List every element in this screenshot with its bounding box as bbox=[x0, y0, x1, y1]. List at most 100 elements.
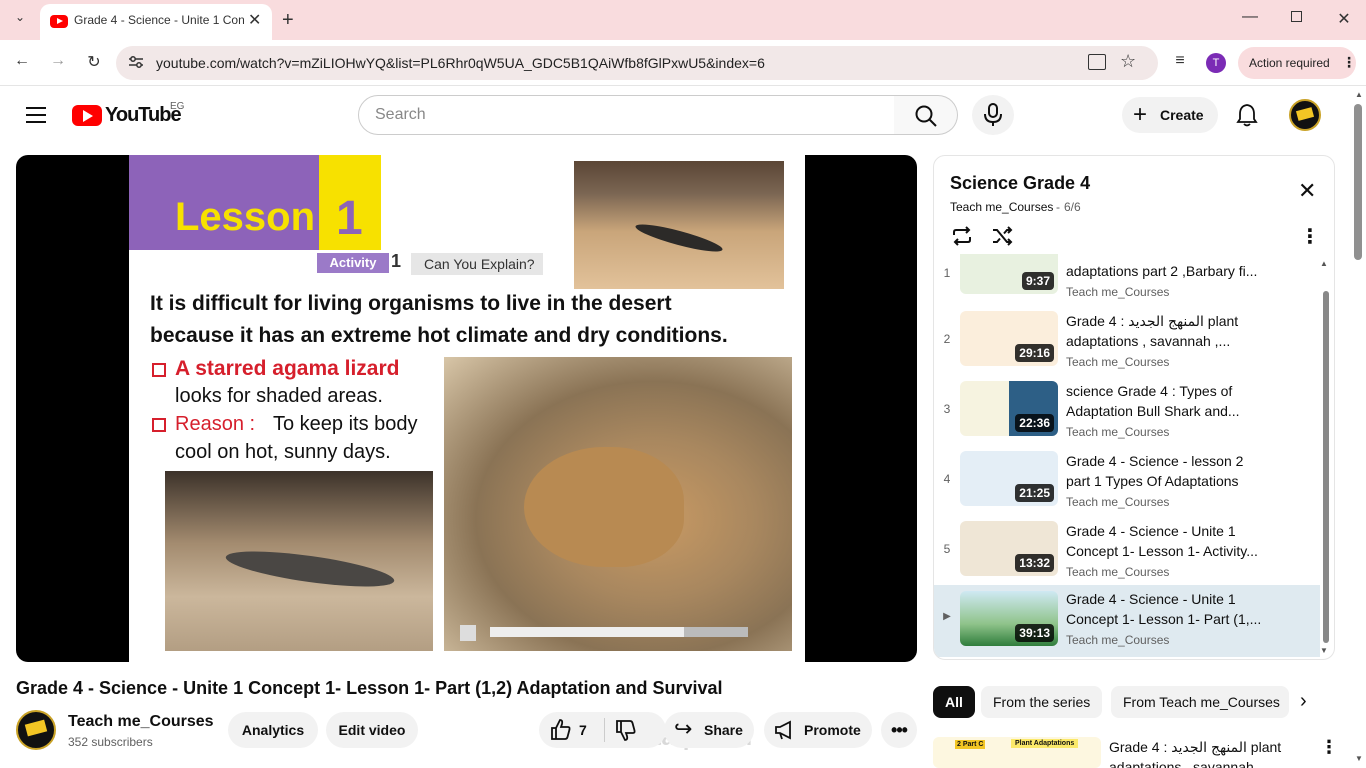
playlist-title[interactable]: Science Grade 4 bbox=[950, 173, 1090, 194]
activity-tag: Activity bbox=[317, 253, 389, 273]
chips-next-icon[interactable]: › bbox=[1300, 690, 1307, 713]
media-controls-icon[interactable]: ≡ bbox=[1170, 52, 1190, 70]
close-playlist-icon[interactable]: ✕ bbox=[1298, 178, 1316, 204]
address-bar-row: ← → ↻ youtube.com/watch?v=mZiLIOHwYQ&lis… bbox=[0, 40, 1366, 86]
install-app-icon[interactable] bbox=[1088, 54, 1106, 70]
omnibox[interactable]: youtube.com/watch?v=mZiLIOHwYQ&list=PL6R… bbox=[116, 46, 1158, 80]
minimize-icon[interactable]: — bbox=[1240, 8, 1260, 26]
item-title: Grade 4 - Science - Unite 1 Concept 1- L… bbox=[1066, 523, 1258, 559]
next-video-thumbnail[interactable]: 2 Part C Plant Adaptations bbox=[933, 737, 1101, 768]
bottom-lizard-photo bbox=[165, 471, 433, 651]
now-playing-icon: ▶ bbox=[943, 611, 951, 622]
account-avatar[interactable] bbox=[1289, 99, 1321, 131]
item-channel: Teach me_Courses bbox=[1066, 355, 1170, 369]
playlist-item[interactable]: 4 21:25 Grade 4 - Science - lesson 2 par… bbox=[934, 451, 1320, 521]
profile-avatar[interactable]: T bbox=[1206, 53, 1226, 73]
item-thumbnail: 21:25 bbox=[960, 451, 1058, 506]
chip-from-channel[interactable]: From Teach me_Courses bbox=[1111, 686, 1289, 718]
subscriber-count: 352 subscribers bbox=[68, 735, 153, 749]
item-thumbnail: 9:37 bbox=[960, 254, 1058, 294]
embedded-pause-icon bbox=[460, 625, 476, 641]
share-button[interactable]: ↪ Share bbox=[664, 712, 754, 748]
analytics-button[interactable]: Analytics bbox=[228, 712, 318, 748]
next-video-title[interactable]: Grade 4 : المنهج الجديد plant adaptation… bbox=[1109, 737, 1309, 768]
bullet-2-line-2: cool on hot, sunny days. bbox=[175, 441, 391, 463]
search-button[interactable] bbox=[894, 95, 958, 135]
scroll-up-icon[interactable]: ▲ bbox=[1320, 259, 1328, 268]
item-number: 5 bbox=[943, 542, 951, 556]
next-video-menu-icon[interactable]: ⋮ bbox=[1320, 737, 1338, 758]
notifications-bell-icon[interactable] bbox=[1236, 103, 1258, 127]
like-button[interactable]: 7 bbox=[549, 717, 609, 743]
forward-icon[interactable]: → bbox=[48, 52, 68, 70]
playlist-channel[interactable]: Teach me_Courses bbox=[950, 200, 1053, 214]
chip-all[interactable]: All bbox=[933, 686, 975, 718]
video-player[interactable]: Lesson 1 Activity 1 Can You Explain? It … bbox=[16, 155, 917, 662]
playlist-item[interactable]: 2 29:16 Grade 4 : المنهج الجديد plant ad… bbox=[934, 311, 1320, 381]
hamburger-menu-icon[interactable] bbox=[26, 105, 46, 123]
browser-tab[interactable]: Grade 4 - Science - Unite 1 Con ✕ bbox=[40, 4, 272, 40]
bookmark-star-icon[interactable]: ☆ bbox=[1120, 51, 1136, 72]
playlist-item-current[interactable]: ▶ 39:13 Grade 4 - Science - Unite 1 Conc… bbox=[934, 585, 1320, 657]
thumb-label-2: Plant Adaptations bbox=[1011, 739, 1079, 748]
youtube-logo[interactable]: YouTube EG bbox=[72, 101, 192, 129]
channel-name[interactable]: Teach me_Courses bbox=[68, 713, 214, 731]
playlist-item[interactable]: 5 13:32 Grade 4 - Science - Unite 1 Conc… bbox=[934, 521, 1320, 591]
action-required-label: Action required bbox=[1249, 56, 1330, 70]
shuffle-icon[interactable] bbox=[990, 224, 1014, 248]
more-horizontal-icon: ••• bbox=[891, 720, 908, 740]
item-title: Grade 4 - Science - lesson 2 part 1 Type… bbox=[1066, 453, 1244, 489]
scroll-down-icon[interactable]: ▼ bbox=[1320, 646, 1328, 655]
bullet-2-black: To keep its body bbox=[273, 413, 418, 435]
tab-title: Grade 4 - Science - Unite 1 Con bbox=[74, 13, 244, 27]
close-window-icon[interactable]: ✕ bbox=[1334, 9, 1354, 29]
playlist-item[interactable]: 1 9:37 adaptations part 2 ,Barbary fi...… bbox=[934, 254, 1320, 309]
tab-close-icon[interactable]: ✕ bbox=[248, 10, 261, 30]
channel-avatar[interactable] bbox=[16, 710, 56, 750]
share-label: Share bbox=[704, 722, 743, 738]
youtube-play-icon bbox=[72, 105, 102, 126]
page-scroll-down-icon[interactable]: ▼ bbox=[1355, 754, 1363, 763]
new-tab-icon[interactable]: + bbox=[282, 9, 294, 32]
playlist-scrollbar[interactable] bbox=[1323, 291, 1329, 643]
bullet-2-red: Reason : bbox=[175, 413, 256, 435]
playlist-menu-icon[interactable]: ⋮ bbox=[1300, 224, 1320, 249]
more-actions-button[interactable]: ••• bbox=[881, 712, 917, 748]
loop-icon[interactable] bbox=[950, 224, 974, 248]
edit-video-button[interactable]: Edit video bbox=[326, 712, 418, 748]
activity-title: Can You Explain? bbox=[424, 256, 535, 272]
site-info-icon[interactable] bbox=[128, 55, 144, 69]
back-icon[interactable]: ← bbox=[12, 52, 32, 70]
page-scrollbar[interactable] bbox=[1354, 104, 1362, 260]
chip-from-series[interactable]: From the series bbox=[981, 686, 1103, 718]
embedded-progress-bar bbox=[490, 627, 748, 637]
create-button[interactable]: + Create bbox=[1122, 97, 1218, 133]
voice-search-button[interactable] bbox=[972, 95, 1014, 135]
lesson-slide: Lesson 1 Activity 1 Can You Explain? It … bbox=[129, 155, 805, 662]
item-number: 2 bbox=[943, 332, 951, 346]
restore-icon[interactable] bbox=[1288, 10, 1306, 24]
item-thumbnail: 29:16 bbox=[960, 311, 1058, 366]
dislike-button[interactable] bbox=[614, 718, 640, 744]
search-input[interactable]: Search bbox=[358, 95, 896, 135]
item-thumbnail: 22:36 bbox=[960, 381, 1058, 436]
lesson-number: 1 bbox=[336, 192, 363, 245]
reload-icon[interactable]: ↻ bbox=[84, 52, 104, 72]
item-title: Grade 4 : المنهج الجديد plant adaptation… bbox=[1066, 313, 1239, 349]
tab-search-dropdown-icon[interactable]: ⌄ bbox=[10, 10, 30, 24]
top-lizard-photo bbox=[574, 161, 784, 289]
page-scroll-up-icon[interactable]: ▲ bbox=[1355, 90, 1363, 99]
bullet-checkbox-2 bbox=[152, 418, 166, 432]
item-duration: 21:25 bbox=[1015, 484, 1054, 502]
action-required-button[interactable]: Action required ⋮ bbox=[1238, 47, 1356, 79]
country-code: EG bbox=[170, 101, 185, 112]
microphone-icon bbox=[984, 103, 1002, 126]
megaphone-icon bbox=[775, 720, 791, 740]
item-number: 1 bbox=[943, 266, 951, 280]
item-channel: Teach me_Courses bbox=[1066, 285, 1170, 299]
promote-button[interactable]: Promote bbox=[764, 712, 872, 748]
playlist-item[interactable]: 3 22:36 science Grade 4 : Types of Adapt… bbox=[934, 381, 1320, 451]
item-number: 4 bbox=[943, 472, 951, 486]
bullet-checkbox-1 bbox=[152, 363, 166, 377]
item-channel: Teach me_Courses bbox=[1066, 633, 1170, 647]
